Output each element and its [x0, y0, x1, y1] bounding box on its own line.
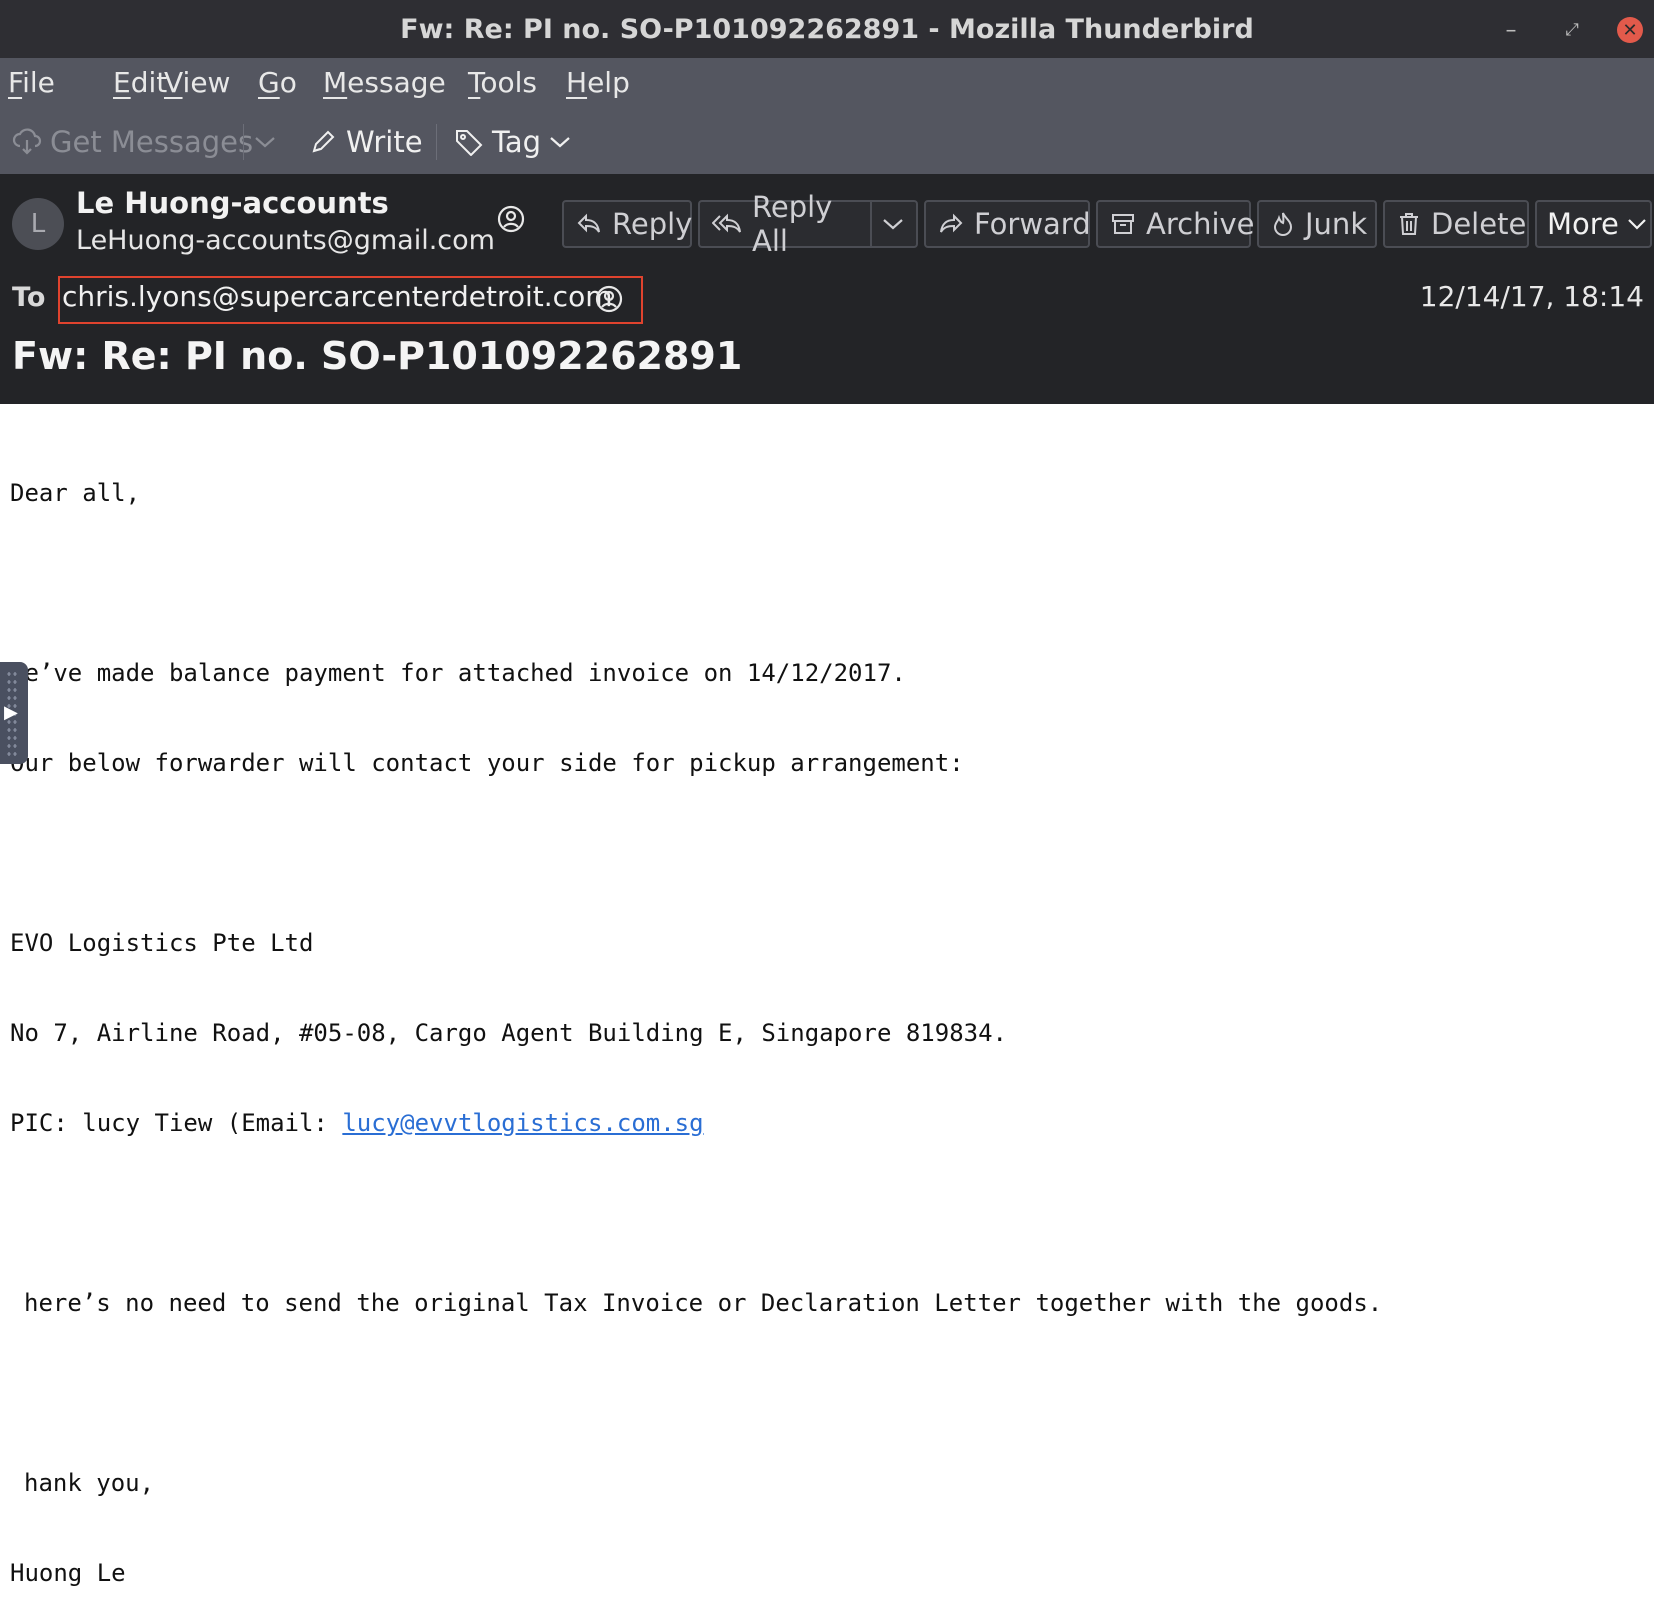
flame-icon — [1271, 211, 1295, 237]
menu-edit[interactable]: Edit — [113, 66, 167, 99]
minimize-button[interactable]: – — [1498, 17, 1524, 43]
forward-button[interactable]: Forward — [924, 200, 1091, 248]
menu-tools[interactable]: Tools — [468, 66, 537, 99]
email-link[interactable]: lucy@evvtlogistics.com.sg — [342, 1109, 703, 1137]
body-line: PIC: lucy Tiew (Email: lucy@evvtlogistic… — [10, 1109, 704, 1137]
avatar: L — [12, 198, 64, 250]
menu-message[interactable]: Message — [323, 66, 446, 99]
pencil-icon — [310, 129, 336, 155]
to-label: To — [12, 282, 46, 313]
body-line: No 7, Airline Road, #05-08, Cargo Agent … — [10, 1019, 1007, 1047]
close-button[interactable]: ✕ — [1617, 17, 1643, 43]
trash-icon — [1397, 211, 1421, 237]
toolbar-separator — [243, 124, 244, 160]
toolbar-separator — [436, 124, 437, 160]
window-titlebar: Fw: Re: PI no. SO-P101092262891 - Mozill… — [0, 0, 1654, 58]
body-line: Huong Le — [10, 1559, 126, 1587]
forward-icon — [938, 213, 964, 235]
body-line: We’ve made balance payment for attached … — [10, 659, 906, 687]
recipient-email[interactable]: chris.lyons@supercarcenterdetroit.com — [62, 280, 612, 313]
menu-help[interactable]: Help — [566, 66, 630, 99]
body-line: EVO Logistics Pte Ltd — [10, 929, 314, 957]
menu-view[interactable]: View — [164, 66, 230, 99]
reply-all-button[interactable]: Reply All — [698, 190, 872, 258]
side-panel-handle[interactable]: ▶ — [0, 662, 28, 764]
menu-bar: File Edit View Go Message Tools Help — [0, 58, 1654, 110]
chevron-down-icon — [254, 135, 276, 149]
main-toolbar: Get Messages Write Tag — [0, 110, 1654, 174]
more-button[interactable]: More — [1535, 200, 1652, 248]
write-button[interactable]: Write — [310, 122, 423, 162]
body-blank-line — [10, 568, 1640, 598]
body-line: here’s no need to send the original Tax … — [24, 1289, 1383, 1317]
message-subject: Fw: Re: PI no. SO-P101092262891 — [12, 334, 743, 378]
menu-file[interactable]: File — [8, 66, 55, 99]
reply-all-icon — [712, 213, 742, 235]
junk-button[interactable]: Junk — [1257, 200, 1377, 248]
sender-name[interactable]: Le Huong-accounts — [76, 186, 389, 220]
get-messages-button[interactable]: Get Messages — [12, 122, 253, 162]
chevron-down-icon — [882, 217, 904, 231]
archive-button[interactable]: Archive — [1096, 200, 1255, 248]
cloud-download-icon — [12, 128, 42, 156]
body-blank-line — [10, 1198, 1640, 1228]
reply-button[interactable]: Reply — [562, 200, 692, 248]
body-line: Dear all, — [10, 479, 141, 507]
reply-all-dropdown[interactable] — [870, 200, 918, 248]
body-line: hank you, — [24, 1469, 155, 1497]
sender-email[interactable]: LeHuong-accounts@gmail.com — [76, 225, 495, 256]
tag-button[interactable]: Tag — [454, 122, 571, 162]
message-date: 12/14/17, 18:14 — [1419, 280, 1644, 313]
menu-go[interactable]: Go — [258, 66, 297, 99]
tag-icon — [454, 128, 484, 156]
chevron-down-icon — [549, 135, 571, 149]
get-messages-dropdown[interactable] — [254, 122, 276, 162]
window-title: Fw: Re: PI no. SO-P101092262891 - Mozill… — [400, 14, 1254, 45]
add-contact-icon[interactable] — [496, 204, 526, 234]
body-blank-line — [10, 1378, 1640, 1408]
add-contact-icon[interactable] — [594, 284, 624, 314]
reply-icon — [576, 213, 602, 235]
body-line: Our below forwarder will contact your si… — [10, 749, 964, 777]
message-body: Dear all, We’ve made balance payment for… — [10, 418, 1640, 1618]
delete-button[interactable]: Delete — [1383, 200, 1529, 248]
body-blank-line — [10, 838, 1640, 868]
maximize-button[interactable]: ⤢ — [1559, 17, 1585, 43]
play-icon: ▶ — [4, 702, 18, 723]
archive-icon — [1110, 211, 1136, 237]
chevron-down-icon — [1627, 217, 1647, 231]
